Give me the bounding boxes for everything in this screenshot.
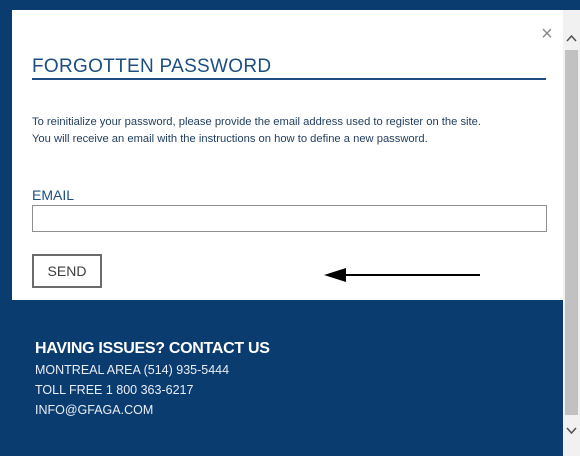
- title-divider: [32, 78, 546, 80]
- chevron-down-icon[interactable]: [563, 415, 580, 456]
- left-border: [0, 0, 12, 456]
- phone-toll-free: TOLL FREE 1 800 363-6217: [35, 383, 194, 397]
- send-button[interactable]: SEND: [32, 254, 102, 288]
- contact-email[interactable]: INFO@GFAGA.COM: [35, 403, 153, 417]
- phone-montreal: MONTREAL AREA (514) 935-5444: [35, 363, 230, 377]
- close-icon[interactable]: ×: [537, 24, 557, 44]
- footer-title: HAVING ISSUES? CONTACT US: [35, 340, 270, 357]
- top-border: [0, 0, 580, 10]
- scroll-thumb[interactable]: [565, 50, 578, 415]
- scrollbar[interactable]: [563, 10, 580, 456]
- email-field[interactable]: [32, 205, 547, 232]
- instructions: To reinitialize your password, please pr…: [32, 114, 552, 148]
- contact-footer: HAVING ISSUES? CONTACT US MONTREAL AREA …: [12, 300, 563, 456]
- arrow-left-icon: [324, 268, 480, 282]
- instructions-line-1: To reinitialize your password, please pr…: [32, 116, 481, 128]
- modal-title: FORGOTTEN PASSWORD: [32, 56, 272, 77]
- email-label: EMAIL: [32, 187, 75, 203]
- instructions-line-2: You will receive an email with the instr…: [32, 133, 428, 145]
- chevron-up-icon[interactable]: [563, 10, 580, 50]
